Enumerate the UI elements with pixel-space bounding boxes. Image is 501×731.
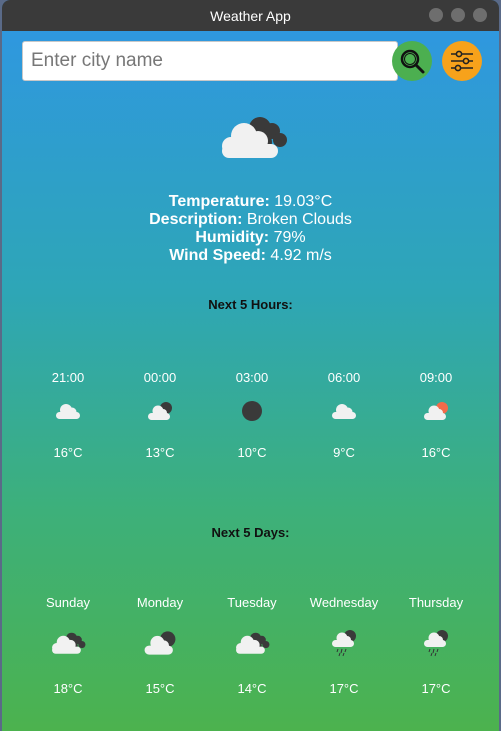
rain-cloud-icon xyxy=(424,630,448,657)
broken-clouds-icon xyxy=(236,632,270,654)
filter-button[interactable] xyxy=(442,41,482,81)
hourly-forecast-item: 09:00 16°C xyxy=(390,370,482,460)
description-line: Description: Broken Clouds xyxy=(149,211,352,228)
hourly-forecast-item: 03:00 10°C xyxy=(206,370,298,460)
forecast-time: 09:00 xyxy=(419,370,453,385)
forecast-temp: 18°C xyxy=(53,681,83,696)
forecast-day: Monday xyxy=(136,595,184,610)
city-search-input[interactable] xyxy=(22,41,398,81)
forecast-day: Thursday xyxy=(408,595,464,610)
forecast-day: Sunday xyxy=(45,595,91,610)
minimize-button[interactable] xyxy=(429,8,443,22)
rain-cloud-icon xyxy=(332,630,356,657)
forecast-time: 21:00 xyxy=(51,370,85,385)
moon-icon xyxy=(242,401,262,421)
description-value: Broken Clouds xyxy=(246,211,352,228)
forecast-temp: 15°C xyxy=(145,681,175,696)
forecast-time: 00:00 xyxy=(143,370,177,385)
daily-forecast-item: Sunday 18°C xyxy=(22,595,114,696)
wind-line: Wind Speed: 4.92 m/s xyxy=(169,247,332,264)
forecast-time: 06:00 xyxy=(327,370,361,385)
forecast-temp: 10°C xyxy=(237,445,267,460)
daily-forecast-item: Thursday 17°C xyxy=(390,595,482,696)
hourly-forecast-item: 06:00 9°C xyxy=(298,370,390,460)
maximize-button[interactable] xyxy=(451,8,465,22)
broken-clouds-icon xyxy=(222,117,287,158)
hourly-forecast-title: Next 5 Hours: xyxy=(208,297,293,312)
search-icon xyxy=(400,49,425,74)
wind-value: 4.92 m/s xyxy=(270,247,332,264)
cloud-sun-icon xyxy=(424,402,448,420)
broken-clouds-icon xyxy=(52,632,86,654)
forecast-temp: 14°C xyxy=(237,681,267,696)
hourly-forecast-list: 21:00 16°C 00:00 13°C 03:00 10°C 06:00 9… xyxy=(22,370,482,460)
cloud-night-icon xyxy=(144,631,176,655)
forecast-temp: 16°C xyxy=(421,445,451,460)
title-bar[interactable]: Weather App xyxy=(2,0,499,31)
forecast-temp: 17°C xyxy=(421,681,451,696)
daily-forecast-list: Sunday 18°C Monday 15°C Tuesday 14°C Wed… xyxy=(22,595,482,696)
forecast-temp: 17°C xyxy=(329,681,359,696)
search-bar xyxy=(22,41,482,81)
daily-forecast-item: Wednesday 17°C xyxy=(298,595,390,696)
humidity-value: 79% xyxy=(273,229,306,246)
temperature-line: Temperature: 19.03°C xyxy=(168,193,333,210)
forecast-day: Wednesday xyxy=(309,595,379,610)
forecast-temp: 16°C xyxy=(53,445,83,460)
search-button[interactable] xyxy=(392,41,432,81)
close-button[interactable] xyxy=(473,8,487,22)
hourly-forecast-item: 21:00 16°C xyxy=(22,370,114,460)
cloud-icon xyxy=(332,404,356,419)
window-controls xyxy=(429,8,487,22)
forecast-temp: 13°C xyxy=(145,445,175,460)
forecast-temp: 9°C xyxy=(333,445,355,460)
forecast-day: Tuesday xyxy=(227,595,277,610)
current-weather-details: Temperature: 19.03°C Description: Broken… xyxy=(2,193,499,265)
cloud-night-icon xyxy=(148,402,172,420)
temperature-value: 19.03°C xyxy=(274,193,333,210)
hourly-forecast-item: 00:00 13°C xyxy=(114,370,206,460)
forecast-time: 03:00 xyxy=(235,370,269,385)
daily-forecast-title: Next 5 Days: xyxy=(211,525,290,540)
humidity-line: Humidity: 79% xyxy=(195,229,306,246)
weather-app-window: Weather App Enter city name Temperature:… xyxy=(2,0,499,731)
window-title: Weather App xyxy=(210,7,291,24)
sliders-icon xyxy=(451,50,473,72)
daily-forecast-item: Monday 15°C xyxy=(114,595,206,696)
daily-forecast-item: Tuesday 14°C xyxy=(206,595,298,696)
cloud-icon xyxy=(56,404,80,419)
